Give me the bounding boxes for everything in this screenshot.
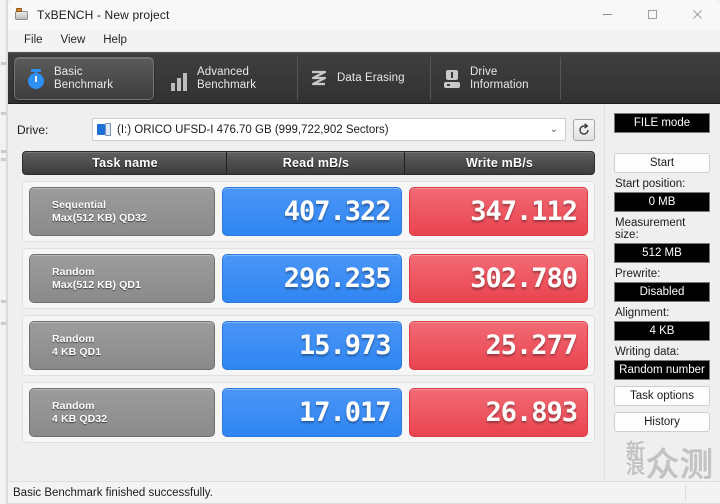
read-value: 296.235 (283, 263, 392, 294)
prewrite-label: Prewrite: (615, 268, 661, 280)
refresh-drives-button[interactable] (573, 118, 595, 141)
alignment-label: Alignment: (615, 307, 670, 319)
tab-strip: Basic Benchmark Advanced Benchmark Data … (8, 52, 720, 104)
prewrite-value[interactable]: Disabled (614, 282, 710, 302)
measurement-size-label: Measurement size: (615, 217, 686, 241)
close-button[interactable] (675, 0, 720, 29)
task-name-cell: Random Max(512 KB) QD1 (29, 254, 215, 303)
menu-item-file[interactable]: File (15, 32, 52, 48)
status-divider (685, 485, 686, 500)
table-row[interactable]: Random 4 KB QD32 17.017 26.893 (22, 382, 595, 443)
write-value: 302.780 (470, 263, 578, 294)
benchmark-column: Drive: (I:) ORICO UFSD-I 476.70 GB (999,… (8, 104, 604, 481)
write-value-cell: 25.277 (408, 321, 588, 370)
window-title: TxBENCH - New project (37, 7, 170, 22)
task-name-line1: Random (52, 399, 95, 412)
column-header-write: Write mB/s (404, 152, 594, 174)
maximize-button[interactable] (630, 0, 675, 29)
menu-item-view[interactable]: View (52, 32, 95, 48)
hard-drive-icon (441, 67, 463, 91)
task-name-line2: 4 KB QD1 (52, 345, 102, 358)
tab-drive-information-label: Drive Information (470, 65, 529, 91)
minimize-button[interactable] (585, 0, 630, 29)
task-name-line2: 4 KB QD32 (52, 412, 108, 425)
content-area: Drive: (I:) ORICO UFSD-I 476.70 GB (999,… (8, 104, 720, 481)
bar-chart-icon (168, 67, 190, 91)
tab-data-erasing-label: Data Erasing (337, 72, 405, 84)
write-value: 25.277 (485, 330, 578, 361)
read-value: 15.973 (298, 330, 392, 361)
read-value-cell: 17.017 (222, 388, 402, 437)
minimize-icon (603, 14, 612, 15)
read-value: 17.017 (298, 397, 392, 428)
task-name-cell: Random 4 KB QD32 (29, 388, 215, 437)
writing-data-value[interactable]: Random number (614, 360, 710, 380)
txbench-window: TxBENCH - New project File View Help Bas… (0, 0, 720, 504)
tab-advanced-benchmark[interactable]: Advanced Benchmark (158, 57, 298, 100)
write-value: 26.893 (485, 397, 578, 428)
table-row[interactable]: Random 4 KB QD1 15.973 25.277 (22, 315, 595, 376)
column-header-task-name: Task name (92, 156, 158, 170)
status-message: Basic Benchmark finished successfully. (13, 486, 213, 499)
tab-drive-information[interactable]: Drive Information (431, 57, 561, 100)
erase-icon (308, 67, 330, 91)
task-name-line1: Random (52, 265, 95, 278)
measurement-size-value[interactable]: 512 MB (614, 243, 710, 263)
menu-bar: File View Help (8, 29, 720, 52)
window-controls (585, 0, 720, 29)
drive-row: Drive: (I:) ORICO UFSD-I 476.70 GB (999,… (8, 104, 604, 146)
write-value-cell: 26.893 (408, 388, 588, 437)
alignment-value[interactable]: 4 KB (614, 321, 710, 341)
tab-basic-benchmark[interactable]: Basic Benchmark (14, 57, 154, 100)
title-bar: TxBENCH - New project (8, 0, 720, 29)
main-window: TxBENCH - New project File View Help Bas… (7, 0, 720, 504)
task-name-cell: Random 4 KB QD1 (29, 321, 215, 370)
writing-data-label: Writing data: (615, 346, 680, 358)
table-header-row: Task name Read mB/s Write mB/s (22, 151, 595, 175)
write-value-cell: 302.780 (408, 254, 588, 303)
drive-select[interactable]: (I:) ORICO UFSD-I 476.70 GB (999,722,902… (92, 118, 566, 141)
start-button[interactable]: Start (614, 153, 710, 173)
drive-select-value: (I:) ORICO UFSD-I 476.70 GB (999,722,902… (117, 123, 389, 136)
read-value-cell: 296.235 (222, 254, 402, 303)
task-name-line1: Random (52, 332, 95, 345)
read-value-cell: 15.973 (222, 321, 402, 370)
close-icon (693, 10, 702, 19)
task-options-button[interactable]: Task options (614, 386, 710, 406)
drive-label: Drive: (17, 122, 49, 137)
task-name-line2: Max(512 KB) QD32 (52, 211, 147, 224)
txbench-icon (14, 7, 30, 23)
desktop-edge-strip (0, 0, 7, 504)
start-position-value[interactable]: 0 MB (614, 192, 710, 212)
removable-drive-icon (97, 123, 112, 136)
history-button[interactable]: History (614, 412, 710, 432)
chevron-down-icon[interactable]: ⌄ (550, 124, 561, 135)
start-position-label: Start position: (615, 178, 686, 190)
stopwatch-icon (25, 67, 47, 91)
task-name-line2: Max(512 KB) QD1 (52, 278, 142, 291)
refresh-icon (579, 122, 589, 135)
task-name-cell: Sequential Max(512 KB) QD32 (29, 187, 215, 236)
file-mode-button[interactable]: FILE mode (614, 113, 710, 133)
task-name-line1: Sequential (52, 198, 107, 211)
tab-advanced-benchmark-label: Advanced Benchmark (197, 65, 257, 91)
read-value-cell: 407.322 (222, 187, 402, 236)
write-value-cell: 347.112 (408, 187, 588, 236)
read-value: 407.322 (283, 196, 392, 227)
tab-data-erasing[interactable]: Data Erasing (298, 57, 431, 100)
menu-item-help[interactable]: Help (94, 32, 136, 48)
maximize-icon (648, 10, 657, 19)
status-bar: Basic Benchmark finished successfully. (8, 481, 720, 503)
table-row[interactable]: Random Max(512 KB) QD1 296.235 302.780 (22, 248, 595, 309)
tab-basic-benchmark-label: Basic Benchmark (54, 65, 114, 91)
write-value: 347.112 (470, 196, 578, 227)
table-row[interactable]: Sequential Max(512 KB) QD32 407.322 347.… (22, 181, 595, 242)
results-table: Task name Read mB/s Write mB/s Sequentia… (22, 151, 595, 443)
options-sidebar: FILE mode Start Start position: 0 MB Mea… (604, 104, 720, 481)
column-header-read: Read mB/s (226, 152, 405, 174)
